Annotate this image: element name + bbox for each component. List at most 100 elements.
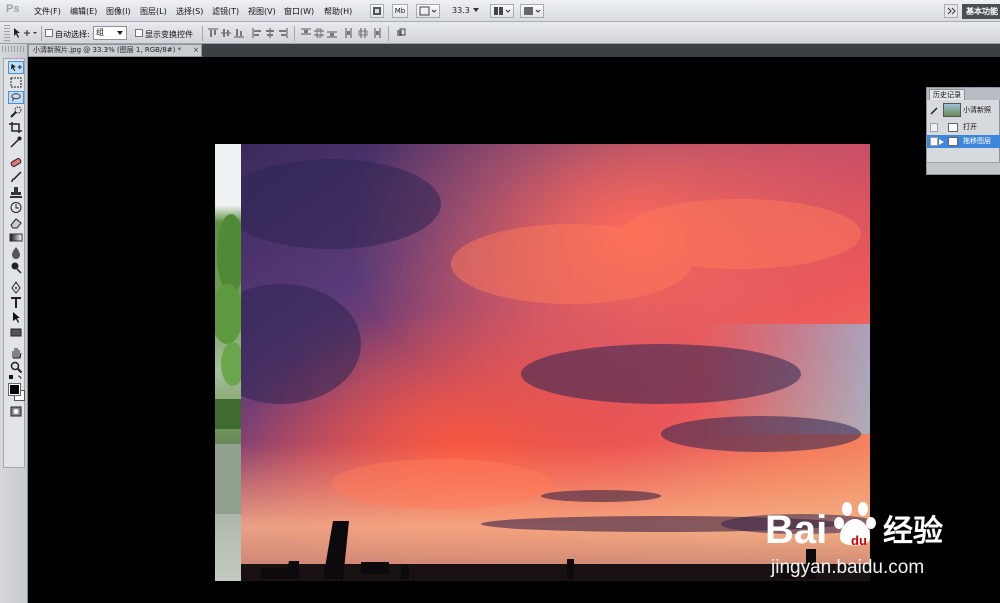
- document-tab[interactable]: 小清新照片.jpg @ 33.3% (图层 1, RGB/8#) * ×: [28, 44, 202, 57]
- distribute-left-edges-icon[interactable]: [345, 28, 355, 38]
- distribute-horizontal-centers-icon[interactable]: [358, 28, 368, 38]
- tools-list: [3, 58, 25, 468]
- separator: [202, 26, 203, 41]
- menu-edit[interactable]: 编辑(E): [70, 6, 97, 17]
- gradient-tool-icon[interactable]: [8, 231, 24, 244]
- options-bar: 自动选择: 组 显示变换控件: [0, 22, 1000, 44]
- document-tab-bar: 小清新照片.jpg @ 33.3% (图层 1, RGB/8#) * ×: [28, 44, 1000, 57]
- svg-text:经验: 经验: [883, 514, 943, 549]
- path-selection-tool-icon[interactable]: [8, 311, 24, 324]
- align-right-edges-icon[interactable]: [278, 28, 288, 38]
- menu-image[interactable]: 图像(I): [106, 6, 131, 17]
- distribute-right-edges-icon[interactable]: [371, 28, 381, 38]
- history-tab[interactable]: 历史记录: [929, 89, 965, 100]
- svg-text:du: du: [851, 533, 867, 548]
- workspace-switcher[interactable]: 基本功能: [962, 4, 1000, 19]
- menu-view[interactable]: 视图(V): [248, 6, 276, 17]
- close-icon[interactable]: ×: [193, 45, 199, 56]
- menu-help[interactable]: 帮助(H): [324, 6, 352, 17]
- auto-select-dropdown[interactable]: 组: [93, 26, 127, 40]
- watermark-url: jingyan.baidu.com: [771, 557, 925, 578]
- launch-bridge-button[interactable]: [370, 4, 384, 18]
- distribute-top-edges-icon[interactable]: [301, 28, 311, 38]
- menu-filter[interactable]: 滤镜(T): [212, 6, 239, 17]
- separator: [388, 26, 389, 41]
- bridge-icon: [373, 7, 381, 15]
- default-colors-icon[interactable]: [8, 374, 24, 382]
- history-step-label: 打开: [963, 123, 977, 131]
- rectangle-tool-icon[interactable]: [8, 326, 24, 339]
- align-top-edges-icon[interactable]: [208, 28, 218, 38]
- spot-healing-brush-icon[interactable]: [8, 156, 24, 169]
- show-transform-controls-checkbox[interactable]: [135, 29, 143, 37]
- snapshot-label: 小清新照: [963, 106, 991, 114]
- history-panel: 历史记录 小清新照 打开 拖移图层: [926, 87, 1000, 175]
- pen-tool-icon[interactable]: [8, 281, 24, 294]
- history-source-checkbox[interactable]: [930, 137, 938, 146]
- dodge-tool-icon[interactable]: [8, 261, 24, 274]
- menu-window[interactable]: 窗口(W): [284, 6, 314, 17]
- history-step-label: 拖移图层: [963, 137, 991, 145]
- background-layer-strip: [215, 144, 245, 581]
- show-transform-controls-label: 显示变换控件: [145, 30, 193, 39]
- screen-mode-button[interactable]: [520, 4, 544, 18]
- history-source-checkbox[interactable]: [930, 123, 938, 132]
- document-icon: [948, 137, 958, 146]
- view-extras-icon: [419, 6, 437, 16]
- auto-select-value: 组: [96, 28, 104, 37]
- align-horizontal-centers-icon[interactable]: [265, 28, 275, 38]
- rectangular-marquee-tool-icon[interactable]: [8, 76, 24, 89]
- auto-align-layers-icon[interactable]: [396, 28, 406, 38]
- baidu-jingyan-watermark: Bai du 经验 jingyan.baidu.com: [765, 495, 950, 585]
- menu-layer[interactable]: 图层(L): [140, 6, 167, 17]
- align-bottom-edges-icon[interactable]: [234, 28, 244, 38]
- auto-select-label: 自动选择:: [55, 30, 90, 39]
- baidu-logo: Bai du 经验: [765, 502, 943, 552]
- menu-file[interactable]: 文件(F): [34, 6, 61, 17]
- eyedropper-tool-icon[interactable]: [8, 136, 24, 149]
- eraser-tool-icon[interactable]: [8, 216, 24, 229]
- move-tool-icon[interactable]: [8, 61, 24, 74]
- history-brush-tool-icon[interactable]: [8, 201, 24, 214]
- mini-bridge-button[interactable]: Mb: [392, 4, 408, 18]
- options-bar-grip[interactable]: [4, 25, 10, 41]
- history-snapshot[interactable]: 小清新照: [927, 102, 1000, 119]
- workspace-menu-button[interactable]: [944, 4, 958, 18]
- distribute-vertical-centers-icon[interactable]: [314, 28, 324, 38]
- distribute-bottom-edges-icon[interactable]: [327, 28, 337, 38]
- clone-stamp-tool-icon[interactable]: [8, 186, 24, 199]
- hand-tool-icon[interactable]: [8, 346, 24, 359]
- separator: [41, 26, 42, 41]
- separator: [294, 26, 295, 41]
- svg-text:Bai: Bai: [765, 508, 827, 552]
- quick-selection-tool-icon[interactable]: [8, 106, 24, 119]
- photoshop-logo: Ps: [6, 3, 20, 15]
- type-tool-icon[interactable]: [8, 296, 24, 309]
- arrange-documents-button[interactable]: [490, 4, 514, 18]
- document-icon: [948, 123, 958, 132]
- snapshot-thumbnail: [943, 103, 961, 117]
- menu-bar: Ps 文件(F) 编辑(E) 图像(I) 图层(L) 选择(S) 滤镜(T) 视…: [0, 0, 1000, 22]
- history-step[interactable]: 打开: [927, 121, 1000, 134]
- quick-mask-icon[interactable]: [8, 405, 24, 418]
- view-extras-button[interactable]: [416, 4, 440, 18]
- history-step-selected[interactable]: 拖移图层: [927, 135, 1000, 148]
- blur-tool-icon[interactable]: [8, 246, 24, 259]
- brush-tool-icon[interactable]: [8, 171, 24, 184]
- arrange-icon: [494, 7, 511, 15]
- zoom-tool-icon[interactable]: [8, 361, 24, 374]
- align-vertical-centers-icon[interactable]: [221, 28, 231, 38]
- auto-select-checkbox[interactable]: [45, 29, 53, 37]
- menu-select[interactable]: 选择(S): [176, 6, 203, 17]
- align-left-edges-icon[interactable]: [252, 28, 262, 38]
- lasso-tool-icon[interactable]: [8, 91, 24, 104]
- screen-mode-icon: [524, 7, 541, 15]
- tools-panel: [0, 44, 28, 603]
- brush-source-icon[interactable]: [930, 106, 939, 115]
- foreground-color-swatch[interactable]: [8, 383, 21, 396]
- chevron-down-icon[interactable]: [473, 8, 479, 13]
- crop-tool-icon[interactable]: [8, 121, 24, 134]
- tool-preset-picker[interactable]: [12, 26, 38, 40]
- tools-panel-grip[interactable]: [2, 46, 24, 52]
- zoom-level[interactable]: 33.3: [452, 6, 470, 15]
